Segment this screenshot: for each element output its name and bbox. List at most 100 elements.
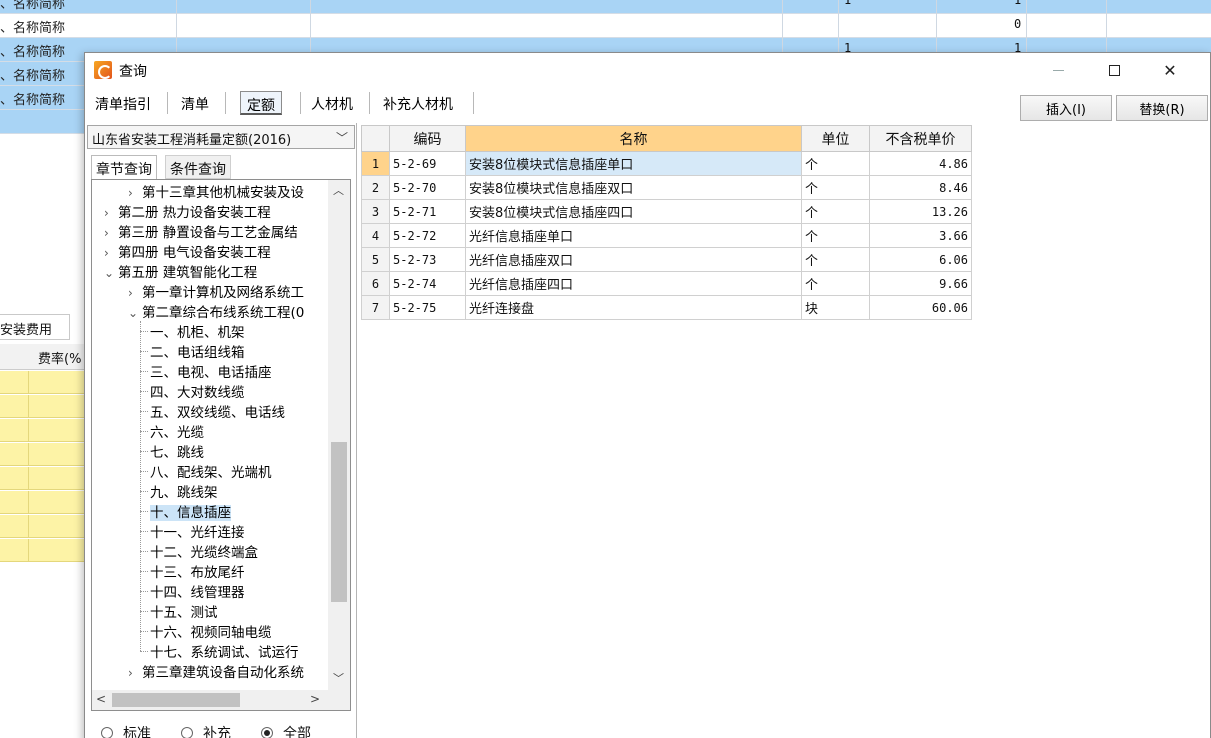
row-number[interactable]: 7 <box>361 295 390 320</box>
cell-code[interactable]: 5-2-74 <box>389 271 466 296</box>
row-number[interactable]: 5 <box>361 247 390 272</box>
table-row[interactable]: 7 5-2-75 光纤连接盘块 60.06 <box>361 295 972 320</box>
cell-code[interactable]: 5-2-75 <box>389 295 466 320</box>
replace-button[interactable]: 替换(R) <box>1116 95 1208 121</box>
row-number[interactable]: 4 <box>361 223 390 248</box>
tree-vertical-scrollbar[interactable]: ︿ ﹀ <box>328 180 350 690</box>
cell-name[interactable]: 光纤信息插座单口 <box>465 223 802 248</box>
chevron-right-icon[interactable]: › <box>128 286 142 300</box>
tree-node[interactable]: 四、大对数线缆 <box>140 381 245 401</box>
tree-node[interactable]: › 第十三章其他机械安装及设 <box>128 181 304 201</box>
yellow-row[interactable] <box>0 395 84 418</box>
tree-node[interactable]: 十七、系统调试、试运行 <box>140 641 299 661</box>
cell-unit[interactable]: 块 <box>801 295 870 320</box>
cell-price[interactable]: 6.06 <box>869 247 972 272</box>
filter-standard[interactable]: 标准 <box>101 723 151 738</box>
cell-name[interactable]: 安装8位模块式信息插座双口 <box>465 175 802 200</box>
chevron-right-icon[interactable]: › <box>128 186 142 200</box>
tab-labor-material-machine[interactable]: 人材机 <box>311 91 353 115</box>
tree-node[interactable]: › 第三章建筑设备自动化系统 <box>128 661 304 681</box>
cell-code[interactable]: 5-2-69 <box>389 151 466 176</box>
chevron-right-icon[interactable]: › <box>128 666 142 680</box>
background-row[interactable]: 、名称简称 1 1 <box>0 0 1211 14</box>
tab-bill[interactable]: 清单 <box>181 91 209 115</box>
cell-price[interactable]: 9.66 <box>869 271 972 296</box>
cell-unit[interactable]: 个 <box>801 151 870 176</box>
tree-node[interactable]: › 第四册 电气设备安装工程 <box>104 241 271 261</box>
row-number[interactable]: 3 <box>361 199 390 224</box>
filter-supplementary[interactable]: 补充 <box>181 723 231 738</box>
chevron-down-icon[interactable]: ⌄ <box>104 266 118 280</box>
chevron-right-icon[interactable]: › <box>104 226 118 240</box>
column-header-unit[interactable]: 单位 <box>801 125 870 152</box>
yellow-row[interactable] <box>0 515 84 538</box>
table-row[interactable]: 5 5-2-73 光纤信息插座双口个 6.06 <box>361 247 972 272</box>
tree-node[interactable]: 十一、光纤连接 <box>140 521 245 541</box>
tree-node[interactable]: › 第三册 静置设备与工艺金属结 <box>104 221 298 241</box>
cell-code[interactable]: 5-2-73 <box>389 247 466 272</box>
install-fee-tab[interactable]: 安装费用 <box>0 314 70 340</box>
table-row[interactable]: 3 5-2-71 安装8位模块式信息插座四口个 13.26 <box>361 199 972 224</box>
tree-node[interactable]: 一、机柜、机架 <box>140 321 245 341</box>
tab-condition-query[interactable]: 条件查询 <box>165 155 231 179</box>
scroll-left-icon[interactable]: < <box>96 692 106 706</box>
yellow-row[interactable] <box>0 467 84 490</box>
scroll-up-icon[interactable]: ︿ <box>333 182 344 198</box>
tree-node[interactable]: 十二、光缆终端盒 <box>140 541 258 561</box>
cell-name[interactable]: 安装8位模块式信息插座单口 <box>465 151 802 176</box>
cell-code[interactable]: 5-2-72 <box>389 223 466 248</box>
cell-code[interactable]: 5-2-71 <box>389 199 466 224</box>
table-row[interactable]: 1 5-2-69 安装8位模块式信息插座单口个 4.86 <box>361 151 972 176</box>
cell-price[interactable]: 13.26 <box>869 199 972 224</box>
library-select[interactable]: 山东省安装工程消耗量定额(2016) ﹀ <box>87 125 355 149</box>
cell-unit[interactable]: 个 <box>801 175 870 200</box>
tree-node[interactable]: 十六、视频同轴电缆 <box>140 621 272 641</box>
tree-node[interactable]: › 第二册 热力设备安装工程 <box>104 201 271 221</box>
tree-horizontal-scrollbar[interactable]: < > <box>92 690 328 710</box>
hscroll-thumb[interactable] <box>112 693 240 707</box>
cell-name[interactable]: 安装8位模块式信息插座四口 <box>465 199 802 224</box>
yellow-row[interactable] <box>0 539 84 562</box>
cell-unit[interactable]: 个 <box>801 247 870 272</box>
tree-node[interactable]: › 第一章计算机及网络系统工 <box>128 281 304 301</box>
background-row[interactable]: 、名称简称 0 <box>0 14 1211 38</box>
cell-code[interactable]: 5-2-70 <box>389 175 466 200</box>
tree-node[interactable]: 十四、线管理器 <box>140 581 245 601</box>
minimize-button[interactable] <box>1030 53 1086 87</box>
row-number[interactable]: 1 <box>361 151 390 176</box>
chevron-right-icon[interactable]: › <box>104 246 118 260</box>
cell-name[interactable]: 光纤连接盘 <box>465 295 802 320</box>
tab-bill-guide[interactable]: 清单指引 <box>95 91 151 115</box>
tree-node[interactable]: 九、跳线架 <box>140 481 218 501</box>
tree-node[interactable]: 十三、布放尾纤 <box>140 561 245 581</box>
cell-price[interactable]: 4.86 <box>869 151 972 176</box>
table-row[interactable]: 6 5-2-74 光纤信息插座四口个 9.66 <box>361 271 972 296</box>
yellow-row[interactable] <box>0 371 84 394</box>
cell-unit[interactable]: 个 <box>801 271 870 296</box>
tab-chapter-query[interactable]: 章节查询 <box>91 155 157 179</box>
tree-node[interactable]: 十五、测试 <box>140 601 218 621</box>
tree-node[interactable]: ⌄ 第五册 建筑智能化工程 <box>104 261 257 281</box>
column-header-name[interactable]: 名称 <box>465 125 802 152</box>
cell-price[interactable]: 3.66 <box>869 223 972 248</box>
scroll-thumb[interactable] <box>331 442 347 602</box>
maximize-button[interactable] <box>1086 53 1142 87</box>
cell-price[interactable]: 8.46 <box>869 175 972 200</box>
tab-supplementary-lmm[interactable]: 补充人材机 <box>383 91 453 115</box>
tree-node[interactable]: 七、跳线 <box>140 441 204 461</box>
scroll-right-icon[interactable]: > <box>310 692 320 706</box>
close-button[interactable]: ✕ <box>1142 53 1198 87</box>
cell-name[interactable]: 光纤信息插座四口 <box>465 271 802 296</box>
filter-all[interactable]: 全部 <box>261 723 311 738</box>
row-number[interactable]: 2 <box>361 175 390 200</box>
scroll-down-icon[interactable]: ﹀ <box>333 670 344 686</box>
tree-node[interactable]: 五、双绞线缆、电话线 <box>140 401 285 421</box>
cell-name[interactable]: 光纤信息插座双口 <box>465 247 802 272</box>
tree-node[interactable]: 六、光缆 <box>140 421 204 441</box>
insert-button[interactable]: 插入(I) <box>1020 95 1112 121</box>
cell-unit[interactable]: 个 <box>801 199 870 224</box>
cell-price[interactable]: 60.06 <box>869 295 972 320</box>
chevron-down-icon[interactable]: ⌄ <box>128 306 142 320</box>
yellow-row[interactable] <box>0 419 84 442</box>
yellow-row[interactable] <box>0 443 84 466</box>
